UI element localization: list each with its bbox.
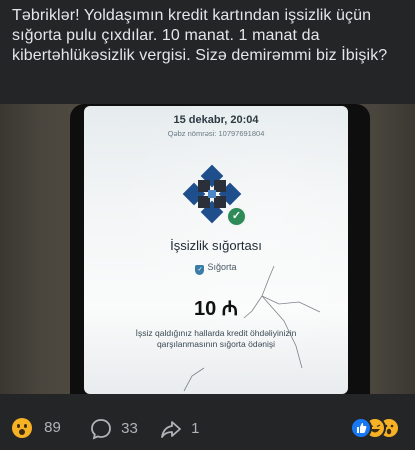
post-text: Təbriklər! Yoldaşımın kredit kartından i… [12,7,388,64]
share-icon [161,421,181,438]
comment-button[interactable]: 33 [90,418,138,440]
screen-crack [183,265,321,392]
post-photo[interactable]: 15 dekabr, 20:04 Qəbz nömrəsi: 107976918… [0,104,415,394]
reaction-count: 89 [44,419,61,436]
reaction-bar: 89 33 1 [0,404,415,450]
comment-icon [91,419,111,440]
comment-count: 33 [121,419,138,437]
share-count: 1 [191,419,200,437]
share-button[interactable]: 1 [160,418,200,438]
like-icon [350,417,372,439]
wow-emoji-icon [12,418,32,439]
phone-screen: 15 dekabr, 20:04 Qəbz nömrəsi: 107976918… [84,106,348,394]
reaction-button[interactable]: 89 [12,418,61,439]
